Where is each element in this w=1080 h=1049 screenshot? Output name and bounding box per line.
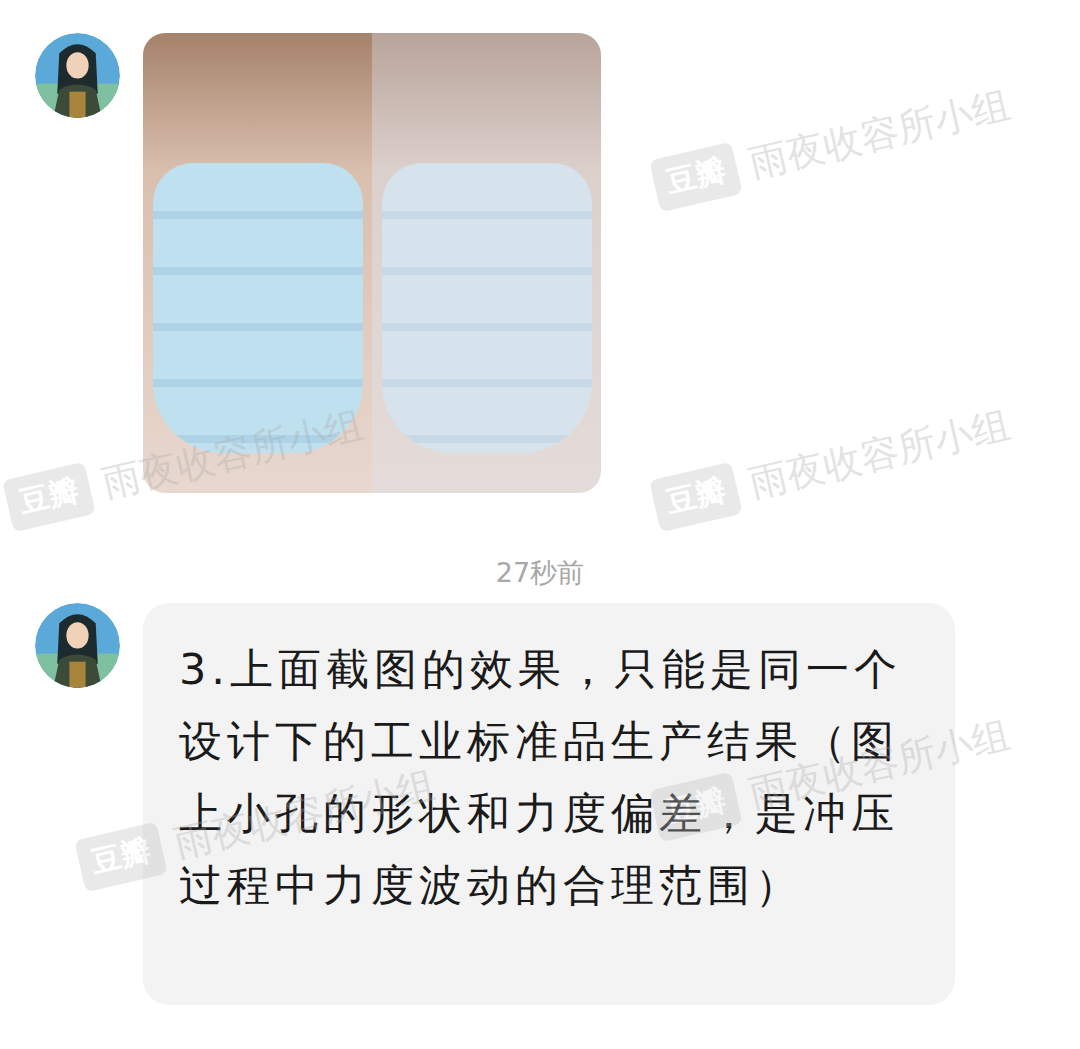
message-row: 3.上面截图的效果，只能是同一个设计下的工业标准品生产结果（图上小孔的形状和力度…	[35, 603, 1080, 1005]
watermark: 豆瓣雨夜收容所小组	[649, 79, 1016, 213]
avatar-icon[interactable]	[35, 603, 120, 688]
watermark: 豆瓣雨夜收容所小组	[2, 399, 369, 533]
photo-message[interactable]	[143, 33, 601, 493]
photo-right	[372, 33, 601, 493]
watermark-text: 雨夜收容所小组	[170, 760, 441, 870]
watermark-logo: 豆瓣	[2, 462, 96, 533]
watermark-text: 雨夜收容所小组	[98, 400, 369, 510]
watermark-logo: 豆瓣	[74, 822, 168, 893]
watermark: 豆瓣雨夜收容所小组	[649, 399, 1016, 533]
avatar-icon[interactable]	[35, 33, 120, 118]
watermark: 豆瓣雨夜收容所小组	[74, 759, 441, 893]
watermark-text: 雨夜收容所小组	[745, 80, 1016, 190]
watermark-logo: 豆瓣	[649, 462, 743, 533]
text-bubble[interactable]: 3.上面截图的效果，只能是同一个设计下的工业标准品生产结果（图上小孔的形状和力度…	[143, 603, 955, 1005]
chat-page: 27秒前3.上面截图的效果，只能是同一个设计下的工业标准品生产结果（图上小孔的形…	[0, 0, 1080, 1049]
message-row	[35, 33, 1080, 493]
watermark-logo: 豆瓣	[649, 142, 743, 213]
timestamp: 27秒前	[0, 493, 1080, 603]
message-list: 27秒前3.上面截图的效果，只能是同一个设计下的工业标准品生产结果（图上小孔的形…	[0, 0, 1080, 1005]
photo-left	[143, 33, 372, 493]
mask-shape	[153, 163, 363, 453]
watermark-text: 雨夜收容所小组	[745, 400, 1016, 510]
mask-shape	[382, 163, 592, 453]
watermark: 豆瓣雨夜收容所小组	[649, 709, 1016, 843]
watermark-text: 雨夜收容所小组	[745, 710, 1016, 820]
watermark-logo: 豆瓣	[649, 772, 743, 843]
